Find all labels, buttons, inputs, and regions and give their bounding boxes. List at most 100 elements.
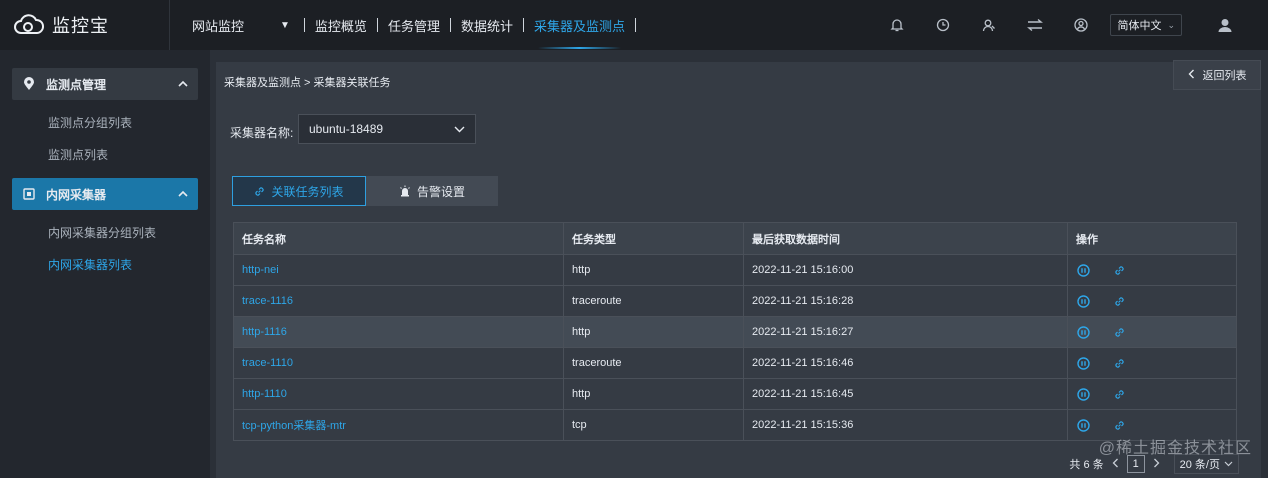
link-icon[interactable] bbox=[1112, 418, 1126, 432]
sidebar-item-collectors[interactable]: 内网采集器列表 bbox=[0, 248, 210, 280]
tab-label: 关联任务列表 bbox=[271, 184, 344, 199]
tab-alert-settings[interactable]: 告警设置 bbox=[366, 176, 498, 206]
breadcrumb: 采集器及监测点 > 采集器关联任务 bbox=[224, 77, 391, 89]
last-fetch-time: 2022-11-21 15:16:28 bbox=[743, 286, 1067, 316]
clock-icon[interactable] bbox=[920, 0, 966, 50]
task-name-link[interactable]: tcp-python采集器-mtr bbox=[242, 417, 346, 433]
chevron-up-icon bbox=[178, 77, 188, 91]
nav-tasks-label: 任务管理 bbox=[387, 18, 440, 34]
task-name-link[interactable]: trace-1116 bbox=[242, 295, 293, 307]
module-label: 网站监控 bbox=[192, 18, 245, 34]
nav-divider bbox=[634, 18, 636, 32]
column-header: 任务名称 bbox=[242, 233, 286, 246]
link-icon bbox=[254, 186, 265, 197]
chevron-up-icon bbox=[178, 187, 188, 201]
link-icon[interactable] bbox=[1112, 294, 1126, 308]
collector-value: ubuntu-18489 bbox=[309, 122, 384, 136]
link-icon[interactable] bbox=[1112, 263, 1126, 277]
task-type: http bbox=[563, 379, 743, 409]
tab-related-tasks[interactable]: 关联任务列表 bbox=[232, 176, 366, 206]
column-header: 操作 bbox=[1067, 223, 1236, 254]
breadcrumb-bar: 采集器及监测点 > 采集器关联任务 返回列表 bbox=[216, 60, 1261, 98]
caret-down-icon: ▼ bbox=[280, 19, 290, 31]
bell-icon[interactable] bbox=[874, 0, 920, 50]
task-name-link[interactable]: http-1116 bbox=[242, 326, 287, 338]
pause-icon[interactable] bbox=[1076, 356, 1090, 370]
sidebar-group-monitor-points[interactable]: 监测点管理 bbox=[12, 68, 198, 100]
pause-icon[interactable] bbox=[1076, 263, 1090, 277]
cloud-logo-icon bbox=[12, 11, 46, 39]
watermark: @稀土掘金技术社区 bbox=[1098, 440, 1252, 457]
content-card: 采集器名称: ubuntu-18489 关联任务列表 告警设置 任务名称 任务类… bbox=[216, 98, 1261, 478]
next-page-button[interactable] bbox=[1153, 458, 1160, 471]
account-icon[interactable] bbox=[1058, 0, 1104, 50]
collector-select[interactable]: ubuntu-18489 bbox=[298, 114, 476, 144]
language-select[interactable]: 简体中文 ⌄ bbox=[1110, 14, 1182, 36]
sidebar-item-points[interactable]: 监测点列表 bbox=[0, 138, 210, 170]
total-count: 共 6 条 bbox=[1069, 459, 1104, 471]
nav-statistics[interactable]: 数据统计 bbox=[451, 0, 523, 50]
task-name-link[interactable]: http-1110 bbox=[242, 388, 287, 400]
link-icon[interactable] bbox=[1112, 325, 1126, 339]
language-label: 简体中文 bbox=[1117, 20, 1162, 32]
table-row: http-1116 http 2022-11-21 15:16:27 bbox=[234, 316, 1236, 347]
top-bar: 监控宝 网站监控 ▼ 监控概览 任务管理 数据统计 采集器及监测点 简体中文 ⌄ bbox=[0, 0, 1268, 50]
sidebar-item-label: 内网采集器分组列表 bbox=[48, 225, 157, 240]
table-row: tcp-python采集器-mtr tcp 2022-11-21 15:15:3… bbox=[234, 409, 1236, 440]
nav-statistics-label: 数据统计 bbox=[460, 18, 513, 34]
table-header: 任务名称 任务类型 最后获取数据时间 操作 bbox=[234, 223, 1236, 254]
brand-name: 监控宝 bbox=[52, 16, 109, 36]
back-to-list-button[interactable]: 返回列表 bbox=[1173, 60, 1261, 90]
module-switch[interactable]: 网站监控 ▼ bbox=[182, 0, 304, 50]
nav-tasks[interactable]: 任务管理 bbox=[378, 0, 450, 50]
column-header: 最后获取数据时间 bbox=[743, 223, 1067, 254]
sidebar-item-collector-groups[interactable]: 内网采集器分组列表 bbox=[0, 216, 210, 248]
header-actions: 简体中文 ⌄ bbox=[874, 0, 1268, 50]
sidebar-group-label: 监测点管理 bbox=[46, 77, 107, 92]
last-fetch-time: 2022-11-21 15:16:46 bbox=[743, 348, 1067, 378]
link-icon[interactable] bbox=[1112, 387, 1126, 401]
task-name-link[interactable]: trace-1110 bbox=[242, 357, 293, 369]
sidebar-item-label: 监测点分组列表 bbox=[48, 115, 133, 130]
tab-label: 告警设置 bbox=[416, 184, 465, 199]
table-row: trace-1116 traceroute 2022-11-21 15:16:2… bbox=[234, 285, 1236, 316]
pause-icon[interactable] bbox=[1076, 387, 1090, 401]
sidebar-group-label: 内网采集器 bbox=[46, 187, 107, 202]
chip-icon bbox=[22, 187, 36, 201]
main-panel: 采集器及监测点 > 采集器关联任务 返回列表 采集器名称: ubuntu-184… bbox=[210, 50, 1268, 478]
sidebar-group-collectors[interactable]: 内网采集器 bbox=[12, 178, 198, 210]
sidebar-item-label: 监测点列表 bbox=[48, 147, 109, 162]
page-size-label: 20 条/页 bbox=[1179, 459, 1220, 471]
pause-icon[interactable] bbox=[1076, 418, 1090, 432]
location-pin-icon bbox=[22, 77, 36, 91]
nav-overview-label: 监控概览 bbox=[314, 18, 367, 34]
task-table: 任务名称 任务类型 最后获取数据时间 操作 http-nei http 2022… bbox=[233, 222, 1237, 441]
task-type: http bbox=[563, 255, 743, 285]
column-header: 任务类型 bbox=[563, 223, 743, 254]
prev-page-button[interactable] bbox=[1112, 458, 1119, 471]
nav-collectors[interactable]: 采集器及监测点 bbox=[524, 0, 635, 50]
chevron-down-icon bbox=[454, 122, 465, 136]
chevron-left-icon bbox=[1188, 69, 1195, 82]
chevron-down-icon: ⌄ bbox=[1167, 19, 1175, 30]
tab-bar: 关联任务列表 告警设置 bbox=[232, 176, 498, 206]
table-row: trace-1110 traceroute 2022-11-21 15:16:4… bbox=[234, 347, 1236, 378]
task-type: tcp bbox=[563, 410, 743, 440]
nav-overview[interactable]: 监控概览 bbox=[305, 0, 377, 50]
sidebar-item-point-groups[interactable]: 监测点分组列表 bbox=[0, 106, 210, 138]
table-row: http-nei http 2022-11-21 15:16:00 bbox=[234, 254, 1236, 285]
task-name-link[interactable]: http-nei bbox=[242, 264, 279, 276]
switch-arrows-icon[interactable] bbox=[1012, 0, 1058, 50]
task-type: traceroute bbox=[563, 286, 743, 316]
link-icon[interactable] bbox=[1112, 356, 1126, 370]
task-type: traceroute bbox=[563, 348, 743, 378]
table-row: http-1110 http 2022-11-21 15:16:45 bbox=[234, 378, 1236, 409]
logo[interactable]: 监控宝 bbox=[0, 0, 170, 50]
last-fetch-time: 2022-11-21 15:16:00 bbox=[743, 255, 1067, 285]
pause-icon[interactable] bbox=[1076, 325, 1090, 339]
back-button-label: 返回列表 bbox=[1202, 70, 1247, 82]
user-group-icon[interactable] bbox=[966, 0, 1012, 50]
avatar[interactable] bbox=[1202, 0, 1248, 50]
last-fetch-time: 2022-11-21 15:16:45 bbox=[743, 379, 1067, 409]
pause-icon[interactable] bbox=[1076, 294, 1090, 308]
